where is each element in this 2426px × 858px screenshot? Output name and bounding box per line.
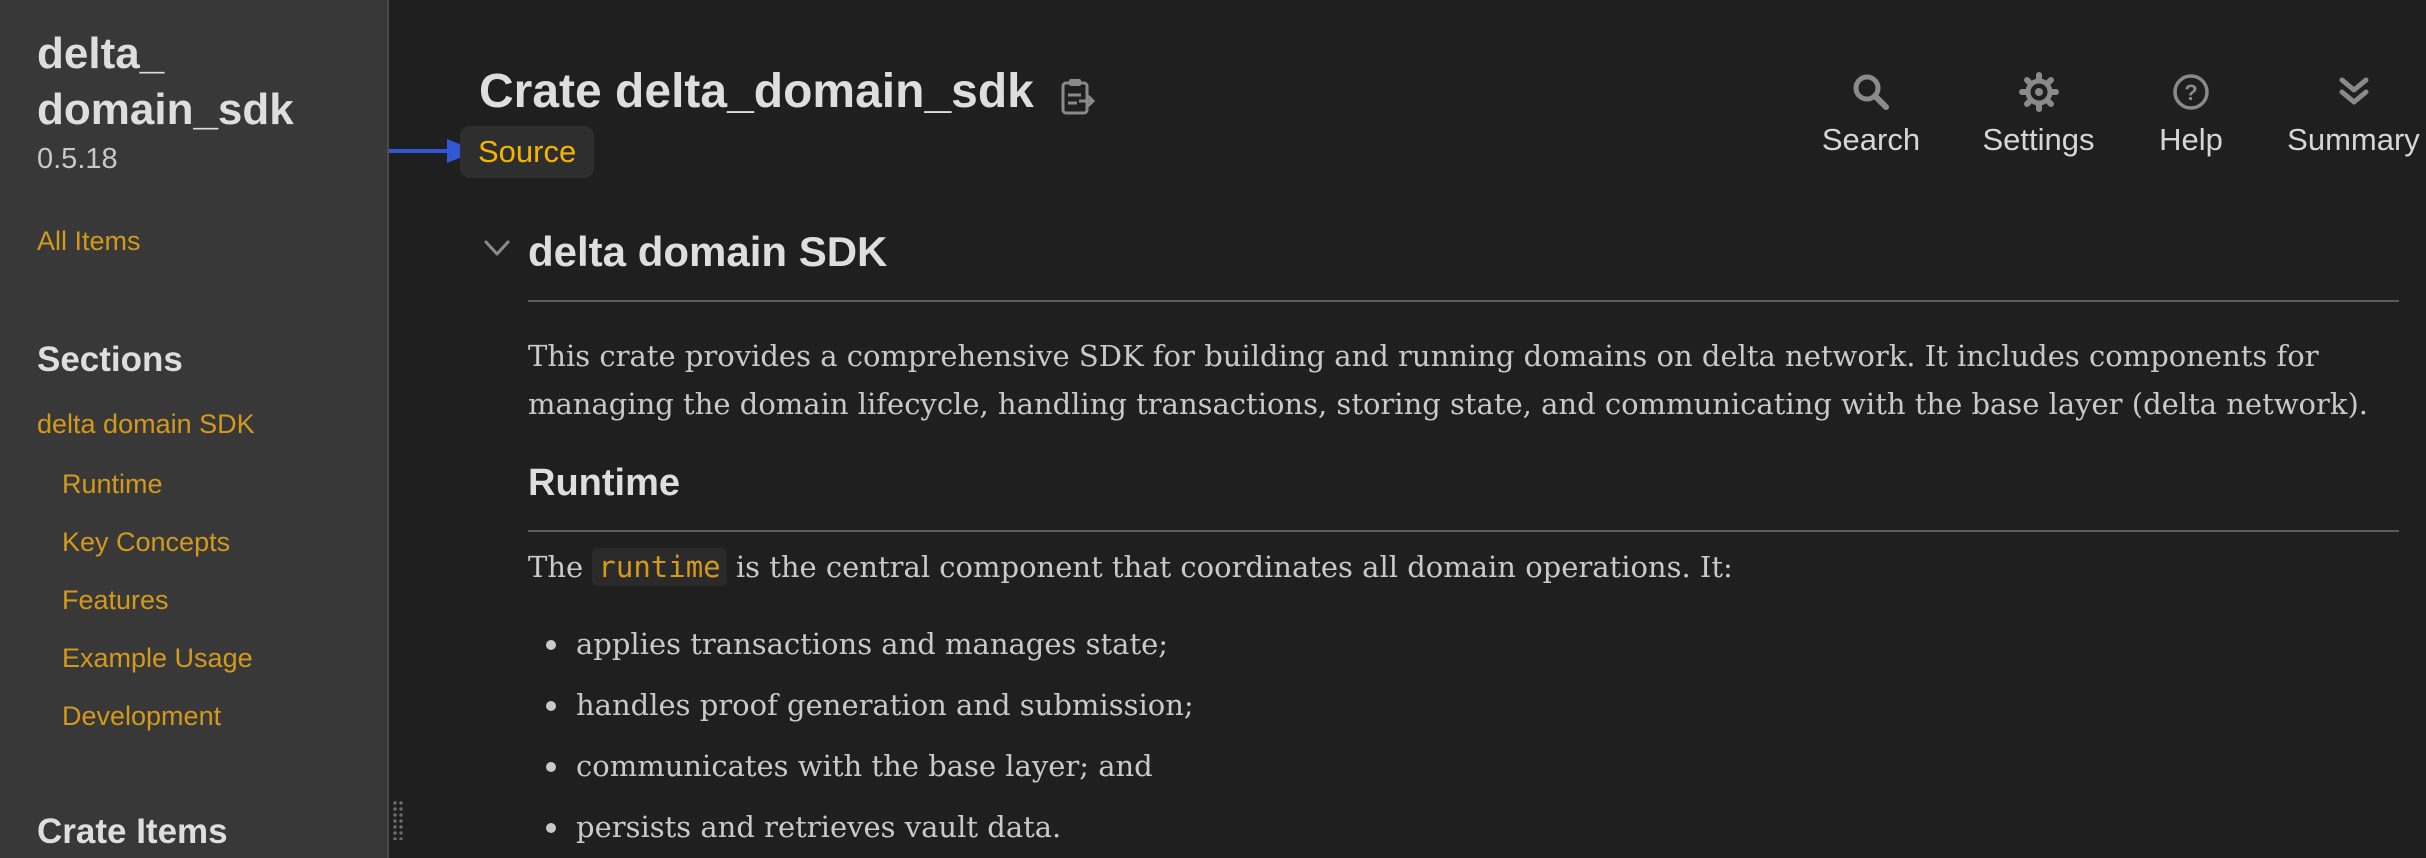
- help-label: Help: [2159, 122, 2223, 157]
- source-link[interactable]: Source: [460, 126, 595, 178]
- summary-button[interactable]: Summary: [2281, 72, 2426, 158]
- toolbar: Search Settings ? Help Summary: [1726, 72, 2426, 172]
- list-item: persists and retrieves vault data.: [528, 803, 1194, 858]
- page-title: Crate delta_domain_sdk: [479, 65, 1034, 118]
- settings-button[interactable]: Settings: [1966, 72, 2111, 158]
- gear-icon: [2018, 72, 2059, 112]
- double-chevron-down-icon: [2339, 77, 2368, 105]
- search-button[interactable]: Search: [1811, 72, 1931, 158]
- section-divider: [528, 300, 2399, 302]
- runtime-para-post: is the central component that coordinate…: [735, 550, 1733, 584]
- runtime-code-link[interactable]: runtime: [592, 548, 727, 586]
- settings-label: Settings: [1982, 122, 2095, 157]
- main-content: Crate delta_domain_sdk Source Search Set…: [389, 0, 2426, 858]
- runtime-paragraph: The runtime is the central component tha…: [528, 543, 2398, 591]
- help-icon: ?: [2173, 74, 2209, 110]
- sidebar-item-runtime[interactable]: Runtime: [62, 469, 163, 500]
- sidebar: delta_ domain_sdk 0.5.18 All Items Secti…: [0, 0, 389, 858]
- section-heading-delta-domain-sdk[interactable]: delta domain SDK: [528, 228, 887, 276]
- crate-name[interactable]: delta_ domain_sdk: [37, 26, 337, 138]
- list-item: applies transactions and manages state;: [528, 620, 1194, 681]
- all-items-link[interactable]: All Items: [37, 226, 141, 257]
- summary-label: Summary: [2287, 122, 2420, 157]
- sidebar-item-delta-domain-sdk[interactable]: delta domain SDK: [37, 409, 255, 440]
- crate-items-heading: Crate Items: [37, 812, 228, 851]
- runtime-divider: [528, 530, 2399, 532]
- help-button[interactable]: ? Help: [2141, 72, 2241, 158]
- section-heading-runtime[interactable]: Runtime: [528, 462, 680, 505]
- search-icon: [1853, 74, 1889, 110]
- sidebar-item-features[interactable]: Features: [62, 585, 169, 616]
- sections-heading: Sections: [37, 340, 183, 379]
- sidebar-item-development[interactable]: Development: [62, 701, 221, 732]
- list-item: handles proof generation and submission;: [528, 681, 1194, 742]
- collapse-toggle-icon[interactable]: [483, 238, 511, 260]
- copy-path-icon[interactable]: [1059, 77, 1097, 117]
- intro-paragraph: This crate provides a comprehensive SDK …: [528, 339, 2368, 421]
- svg-text:?: ?: [2184, 80, 2197, 105]
- search-label: Search: [1821, 122, 1921, 157]
- app: delta_ domain_sdk 0.5.18 All Items Secti…: [0, 0, 2426, 858]
- runtime-bullet-list: applies transactions and manages state; …: [528, 620, 1194, 858]
- sidebar-item-example-usage[interactable]: Example Usage: [62, 643, 253, 674]
- crate-version: 0.5.18: [37, 143, 118, 175]
- sidebar-item-key-concepts[interactable]: Key Concepts: [62, 527, 230, 558]
- list-item: communicates with the base layer; and: [528, 742, 1194, 803]
- runtime-para-pre: The: [528, 550, 584, 584]
